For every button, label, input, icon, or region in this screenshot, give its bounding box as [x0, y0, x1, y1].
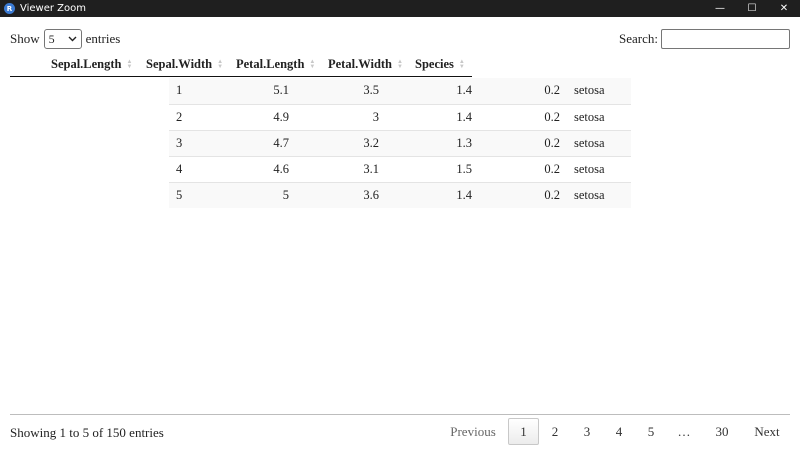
page-button-2[interactable]: 2 — [542, 418, 568, 445]
row-index-cell: 2 — [176, 110, 183, 124]
sepal-length-cell: 4.6 — [273, 162, 289, 176]
table-row: 2 4.9 3 1.4 0.2 setosa — [169, 104, 631, 130]
page-button-3[interactable]: 3 — [574, 418, 600, 445]
row-index-cell: 3 — [176, 136, 183, 150]
petal-length-cell: 1.4 — [456, 110, 472, 124]
column-header-label: Petal.Width — [328, 57, 393, 71]
page-button-4[interactable]: 4 — [606, 418, 632, 445]
length-control: Show 5 entries — [10, 29, 120, 49]
petal-length-cell: 1.4 — [456, 188, 472, 202]
species-cell: setosa — [574, 162, 605, 176]
entries-per-page-select[interactable]: 5 — [43, 29, 82, 49]
sort-icon: ▲ ▼ — [309, 58, 316, 70]
sepal-width-cell: 3.1 — [363, 162, 379, 176]
row-index-cell: 5 — [176, 188, 183, 202]
species-cell: setosa — [574, 188, 605, 202]
window-controls: — ☐ ✕ — [704, 0, 800, 17]
search-input[interactable] — [661, 29, 790, 49]
sepal-length-cell: 4.7 — [273, 136, 289, 150]
chevron-down-icon — [68, 36, 77, 42]
sort-icon: ▲ ▼ — [126, 58, 133, 70]
petal-width-cell: 0.2 — [544, 162, 560, 176]
table-row: 5 5 3.6 1.4 0.2 setosa — [169, 182, 631, 208]
maximize-button[interactable]: ☐ — [736, 0, 768, 17]
sepal-length-cell: 4.9 — [273, 110, 289, 124]
column-header-label: Petal.Length — [236, 57, 305, 71]
page-ellipsis: … — [677, 423, 691, 439]
sepal-width-cell: 3.5 — [363, 83, 379, 97]
petal-length-cell: 1.4 — [456, 83, 472, 97]
search-label: Search: — [619, 31, 658, 46]
table-row: 3 4.7 3.2 1.3 0.2 setosa — [169, 130, 631, 156]
sort-icon: ▲ ▼ — [217, 58, 224, 70]
petal-width-cell: 0.2 — [544, 136, 560, 150]
petal-width-cell: 0.2 — [544, 188, 560, 202]
sepal-width-cell: 3.2 — [363, 136, 379, 150]
row-index-cell: 4 — [176, 162, 183, 176]
window-titlebar: R Viewer Zoom — ☐ ✕ — [0, 0, 800, 17]
sort-icon: ▲ ▼ — [458, 58, 465, 70]
page-button-5[interactable]: 5 — [638, 418, 664, 445]
search-control: Search: — [619, 29, 790, 49]
column-header-label: Sepal.Length — [51, 57, 122, 71]
sort-icon: ▲ ▼ — [397, 58, 403, 70]
species-cell: setosa — [574, 136, 605, 150]
minimize-button[interactable]: — — [704, 0, 736, 17]
length-suffix: entries — [85, 31, 121, 46]
table-header: Sepal.Length ▲ ▼ Sepal.Width ▲ ▼ Petal.Len… — [10, 53, 472, 77]
page-button-1[interactable]: 1 — [508, 418, 539, 445]
sepal-length-cell: 5 — [282, 188, 289, 202]
column-header-species[interactable]: Species ▲ ▼ — [415, 53, 465, 76]
petal-width-cell: 0.2 — [544, 110, 560, 124]
entries-per-page-value: 5 — [48, 31, 55, 46]
petal-length-cell: 1.3 — [456, 136, 472, 150]
r-app-icon: R — [4, 3, 15, 14]
row-index-cell: 1 — [176, 83, 183, 97]
window-title: Viewer Zoom — [20, 3, 87, 14]
column-header-sepal-width[interactable]: Sepal.Width ▲ ▼ — [146, 53, 223, 76]
length-prefix: Show — [10, 31, 40, 46]
previous-page-button[interactable]: Previous — [446, 418, 500, 445]
sepal-width-cell: 3 — [372, 110, 379, 124]
footer-divider — [10, 414, 790, 415]
column-header-petal-length[interactable]: Petal.Length ▲ ▼ — [236, 53, 315, 76]
species-cell: setosa — [574, 110, 605, 124]
petal-width-cell: 0.2 — [544, 83, 560, 97]
page-button-30[interactable]: 30 — [706, 418, 738, 445]
column-header-label: Species — [415, 57, 454, 71]
species-cell: setosa — [574, 83, 605, 97]
close-button[interactable]: ✕ — [768, 0, 800, 17]
sepal-width-cell: 3.6 — [363, 188, 379, 202]
table-body: 1 5.1 3.5 1.4 0.2 setosa 2 4.9 3 1.4 0.2… — [169, 78, 631, 208]
petal-length-cell: 1.5 — [456, 162, 472, 176]
column-header-sepal-length[interactable]: Sepal.Length ▲ ▼ — [51, 53, 132, 76]
table-info: Showing 1 to 5 of 150 entries — [10, 425, 164, 440]
column-header-petal-width[interactable]: Petal.Width ▲ ▼ — [328, 53, 403, 76]
table-row: 4 4.6 3.1 1.5 0.2 setosa — [169, 156, 631, 182]
sepal-length-cell: 5.1 — [273, 83, 289, 97]
next-page-button[interactable]: Next — [746, 418, 788, 445]
column-header-label: Sepal.Width — [146, 57, 213, 71]
table-row: 1 5.1 3.5 1.4 0.2 setosa — [169, 78, 631, 104]
